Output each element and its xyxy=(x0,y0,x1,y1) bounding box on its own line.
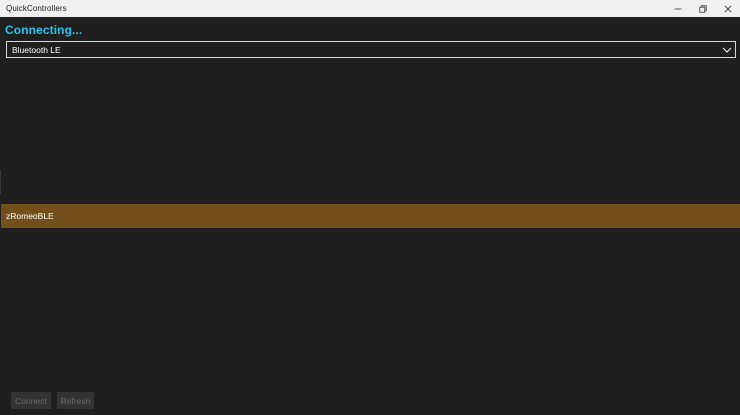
device-list[interactable]: zRomeoBLE xyxy=(0,60,740,385)
close-icon xyxy=(724,5,731,12)
minimize-icon xyxy=(674,8,681,9)
device-name: zRomeoBLE xyxy=(6,211,54,221)
connect-button[interactable]: Connect xyxy=(11,392,51,409)
connection-type-value: Bluetooth LE xyxy=(12,44,61,55)
connection-type-dropdown[interactable]: Bluetooth LE xyxy=(6,41,736,58)
list-scroll-edge xyxy=(0,170,1,194)
device-list-item[interactable]: zRomeoBLE xyxy=(1,204,740,228)
refresh-button[interactable]: Refresh xyxy=(57,392,94,409)
close-button[interactable] xyxy=(715,0,740,17)
minimize-button[interactable] xyxy=(665,0,690,17)
maximize-button[interactable] xyxy=(690,0,715,17)
app-window: QuickControllers Connecting... Bluetooth… xyxy=(0,0,740,415)
connection-status-heading: Connecting... xyxy=(5,23,83,37)
chevron-down-icon xyxy=(719,42,735,57)
title-bar[interactable]: QuickControllers xyxy=(0,0,740,17)
window-title: QuickControllers xyxy=(6,4,67,13)
restore-icon xyxy=(698,4,707,13)
